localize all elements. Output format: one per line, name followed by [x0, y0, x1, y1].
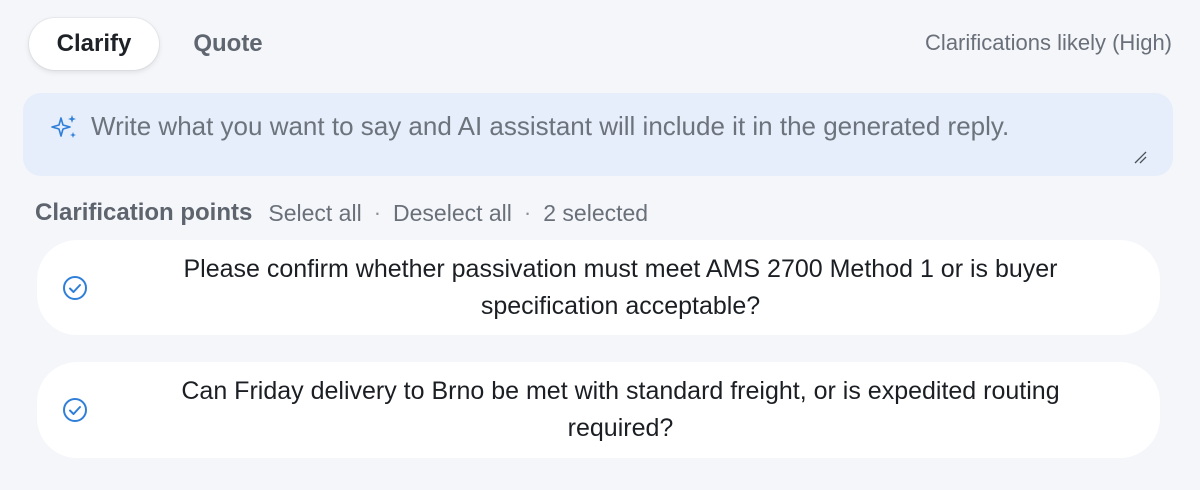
clarification-item[interactable]: Please confirm whether passivation must …	[37, 240, 1160, 335]
tab-bar: Clarify Quote Clarifications likely (Hig…	[0, 0, 1200, 88]
clarification-item-text: Can Friday delivery to Brno be met with …	[181, 377, 1060, 442]
clarification-item-text: Please confirm whether passivation must …	[183, 254, 1058, 320]
check-circle-icon[interactable]	[62, 275, 88, 301]
clarification-item[interactable]: Can Friday delivery to Brno be met with …	[37, 362, 1160, 458]
deselect-all-link[interactable]: Deselect all	[393, 200, 512, 227]
sparkle-icon	[51, 115, 76, 138]
ai-prompt-input[interactable]: Write what you want to say and AI assist…	[91, 111, 1133, 142]
clarification-points-header: Clarification points Select all · Desele…	[35, 198, 648, 228]
clarification-points-title: Clarification points	[35, 199, 253, 226]
resize-handle-icon[interactable]	[1133, 150, 1147, 164]
tab-quote[interactable]: Quote	[178, 18, 278, 70]
check-circle-icon[interactable]	[62, 397, 88, 423]
tab-clarify[interactable]: Clarify	[29, 18, 159, 70]
separator-dot: ·	[373, 200, 382, 225]
select-all-link[interactable]: Select all	[268, 200, 361, 227]
clarify-panel: Clarify Quote Clarifications likely (Hig…	[0, 0, 1200, 490]
clarification-likelihood: Clarifications likely (High)	[925, 30, 1172, 55]
ai-prompt-box[interactable]: Write what you want to say and AI assist…	[23, 93, 1173, 176]
selected-count: 2 selected	[543, 199, 649, 226]
separator-dot: ·	[523, 200, 532, 225]
